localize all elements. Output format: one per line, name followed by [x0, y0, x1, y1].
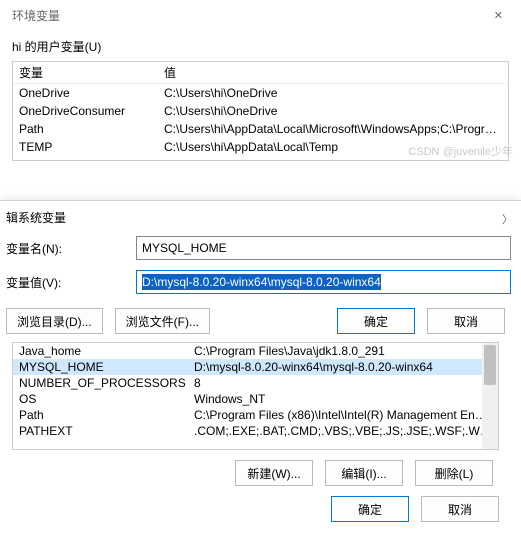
list-item[interactable]: OneDrive C:\Users\hi\OneDrive	[13, 84, 508, 102]
var-name-label: 变量名(N):	[6, 240, 136, 257]
list-item[interactable]: MYSQL_HOME D:\mysql-8.0.20-winx64\mysql-…	[13, 359, 498, 375]
col-header-name[interactable]: 变量	[19, 64, 164, 81]
edit-system-variable-dialog: 辑系统变量 〉 变量名(N): 变量值(V): D:\mysql-8.0.20-…	[0, 200, 521, 546]
list-item[interactable]: Java_home C:\Program Files\Java\jdk1.8.0…	[13, 343, 498, 359]
close-icon[interactable]: ✕	[486, 5, 511, 26]
var-value-label: 变量值(V):	[6, 274, 136, 291]
chevron-right-icon: 〉	[502, 211, 513, 227]
var-value-input[interactable]: D:\mysql-8.0.20-winx64\mysql-8.0.20-winx…	[136, 270, 511, 294]
sys-delete-button[interactable]: 删除(L)	[415, 460, 493, 486]
scrollbar-thumb[interactable]	[484, 345, 496, 385]
watermark: CSDN @juvenile少年	[408, 143, 513, 159]
list-item[interactable]: PATHEXT .COM;.EXE;.BAT;.CMD;.VBS;.VBE;.J…	[13, 423, 498, 439]
browse-file-button[interactable]: 浏览文件(F)...	[115, 308, 210, 334]
edit-ok-button[interactable]: 确定	[337, 308, 415, 334]
var-name-input[interactable]	[136, 236, 511, 260]
list-item[interactable]: OneDriveConsumer C:\Users\hi\OneDrive	[13, 102, 508, 120]
window-title: 环境变量	[12, 7, 60, 24]
user-vars-label: hi 的用户变量(U)	[12, 38, 509, 55]
titlebar: 环境变量 ✕	[0, 0, 521, 30]
browse-dir-button[interactable]: 浏览目录(D)...	[6, 308, 103, 334]
system-vars-list[interactable]: Java_home C:\Program Files\Java\jdk1.8.0…	[12, 342, 499, 450]
sys-edit-button[interactable]: 编辑(I)...	[325, 460, 403, 486]
scrollbar[interactable]	[482, 343, 498, 449]
list-item[interactable]: Path C:\Program Files (x86)\Intel\Intel(…	[13, 407, 498, 423]
list-item[interactable]: Path C:\Users\hi\AppData\Local\Microsoft…	[13, 120, 508, 138]
list-item[interactable]: NUMBER_OF_PROCESSORS 8	[13, 375, 498, 391]
sys-new-button[interactable]: 新建(W)...	[235, 460, 313, 486]
col-header-value[interactable]: 值	[164, 64, 502, 81]
list-item[interactable]: OS Windows_NT	[13, 391, 498, 407]
edit-dialog-title: 辑系统变量	[6, 209, 511, 226]
edit-cancel-button[interactable]: 取消	[427, 308, 505, 334]
